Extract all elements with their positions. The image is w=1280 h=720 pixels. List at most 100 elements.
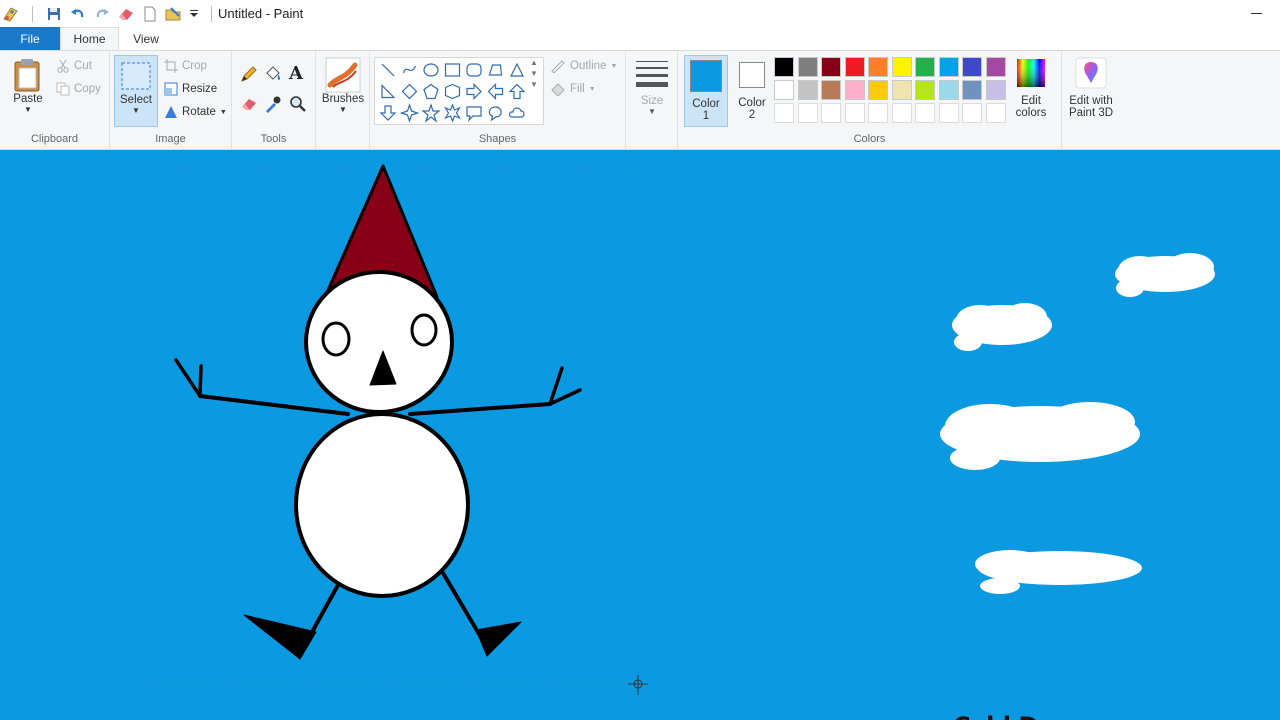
edit-with-paint3d-button[interactable]: Edit with Paint 3D	[1064, 57, 1118, 119]
resize-button[interactable]: Resize	[164, 82, 217, 96]
drawing-canvas[interactable]: Cold Day	[0, 152, 1280, 720]
palette-swatch[interactable]	[915, 80, 935, 100]
eraser-icon[interactable]	[117, 5, 135, 23]
palette-swatch[interactable]	[797, 103, 818, 123]
palette-swatch[interactable]	[915, 57, 935, 77]
shape-option[interactable]	[379, 105, 397, 121]
shape-option[interactable]	[444, 103, 461, 123]
palette-swatch[interactable]	[962, 103, 982, 123]
shape-option[interactable]	[487, 83, 504, 100]
color-picker-icon[interactable]	[264, 95, 282, 116]
palette-swatch[interactable]	[844, 57, 865, 77]
customize-toolbar-icon[interactable]	[189, 5, 199, 23]
shape-option[interactable]	[466, 63, 482, 77]
text-tool-icon[interactable]: A	[289, 63, 303, 84]
shape-option[interactable]	[488, 64, 503, 76]
paint3d-group: Edit with Paint 3D	[1062, 51, 1120, 149]
paste-button[interactable]: Paste ▼	[8, 57, 48, 115]
brushes-button[interactable]: Brushes ▼	[322, 57, 364, 115]
crop-button[interactable]: Crop	[164, 59, 207, 73]
tab-home[interactable]: Home	[60, 27, 119, 50]
pencil-icon[interactable]	[240, 65, 258, 86]
palette-swatch[interactable]	[868, 103, 888, 123]
fill-icon	[551, 83, 565, 96]
color2-button[interactable]: Color 2	[730, 55, 774, 127]
select-button[interactable]: Select ▼	[114, 55, 158, 127]
paint-window: Untitled - Paint File Home View Paste ▼ …	[0, 0, 1280, 720]
cut-button[interactable]: Cut	[56, 59, 92, 73]
color-palette	[774, 57, 1010, 127]
palette-swatch[interactable]	[797, 57, 818, 77]
chevron-down-icon: ▼	[219, 108, 227, 116]
image-group-label: Image	[155, 133, 186, 145]
cut-label: Cut	[74, 60, 92, 72]
chevron-down-icon: ▼	[610, 62, 618, 70]
palette-swatch[interactable]	[868, 57, 888, 77]
palette-swatch[interactable]	[821, 103, 841, 123]
palette-swatch[interactable]	[938, 80, 959, 100]
fill-bucket-icon[interactable]	[264, 65, 282, 86]
magnifier-icon[interactable]	[289, 95, 307, 116]
minimize-button[interactable]	[1250, 6, 1264, 20]
tools-group-label: Tools	[260, 133, 287, 145]
shape-option[interactable]	[508, 107, 525, 118]
copy-button[interactable]: Copy	[56, 82, 101, 96]
shape-option[interactable]	[402, 65, 417, 74]
outline-button[interactable]: Outline ▼	[550, 59, 617, 73]
size-button[interactable]: Size ▼	[632, 59, 672, 117]
palette-swatch[interactable]	[774, 80, 794, 100]
eraser-tool-icon[interactable]	[240, 95, 258, 116]
shape-option[interactable]	[399, 103, 420, 123]
palette-swatch[interactable]	[985, 57, 1006, 77]
tab-view[interactable]: View	[119, 27, 173, 50]
shape-option[interactable]	[421, 103, 441, 123]
rotate-button[interactable]: Rotate ▼	[164, 105, 227, 119]
shapes-scroll[interactable]: ▲ ▼ ▼	[530, 57, 538, 90]
palette-swatch[interactable]	[915, 103, 935, 123]
shape-option[interactable]	[466, 106, 482, 122]
brushes-group: Brushes ▼	[316, 51, 370, 149]
shape-option[interactable]	[466, 83, 482, 100]
shape-option[interactable]	[423, 83, 439, 100]
shape-option[interactable]	[488, 106, 502, 122]
shape-option[interactable]	[510, 62, 524, 77]
shape-option[interactable]	[444, 83, 461, 100]
color1-button[interactable]: Color 1	[684, 55, 728, 127]
shape-option[interactable]	[381, 84, 396, 99]
palette-swatch[interactable]	[891, 57, 912, 77]
palette-swatch[interactable]	[891, 103, 912, 123]
edit-colors-button[interactable]: Edit colors	[1010, 57, 1052, 119]
shapes-gallery[interactable]	[374, 57, 544, 125]
tab-file[interactable]: File	[0, 27, 60, 50]
save-icon[interactable]	[45, 5, 63, 23]
paint-app-icon[interactable]	[2, 5, 20, 23]
palette-swatch[interactable]	[774, 57, 794, 77]
undo-icon[interactable]	[69, 5, 87, 23]
new-file-icon[interactable]	[141, 5, 159, 23]
clipboard-group-label: Clipboard	[30, 133, 79, 145]
shape-option[interactable]	[423, 63, 439, 77]
palette-swatch[interactable]	[938, 103, 959, 123]
palette-swatch[interactable]	[844, 103, 865, 123]
palette-swatch[interactable]	[962, 80, 982, 100]
fill-button[interactable]: Fill ▼	[550, 82, 596, 96]
palette-swatch[interactable]	[821, 80, 841, 100]
shape-option[interactable]	[508, 83, 526, 100]
shape-option[interactable]	[444, 63, 461, 77]
palette-swatch[interactable]	[868, 80, 888, 100]
palette-swatch[interactable]	[891, 80, 912, 100]
color2-swatch	[739, 62, 765, 88]
palette-swatch[interactable]	[821, 57, 841, 77]
shape-option[interactable]	[381, 63, 395, 77]
redo-icon[interactable]	[93, 5, 111, 23]
palette-swatch[interactable]	[985, 80, 1006, 100]
palette-swatch[interactable]	[985, 103, 1006, 123]
palette-swatch[interactable]	[797, 80, 818, 100]
palette-swatch[interactable]	[962, 57, 982, 77]
palette-swatch[interactable]	[938, 57, 959, 77]
open-icon[interactable]	[165, 5, 183, 23]
palette-swatch[interactable]	[844, 80, 865, 100]
shape-option[interactable]	[401, 83, 418, 100]
palette-swatch[interactable]	[774, 103, 794, 123]
outline-label: Outline	[570, 60, 607, 72]
